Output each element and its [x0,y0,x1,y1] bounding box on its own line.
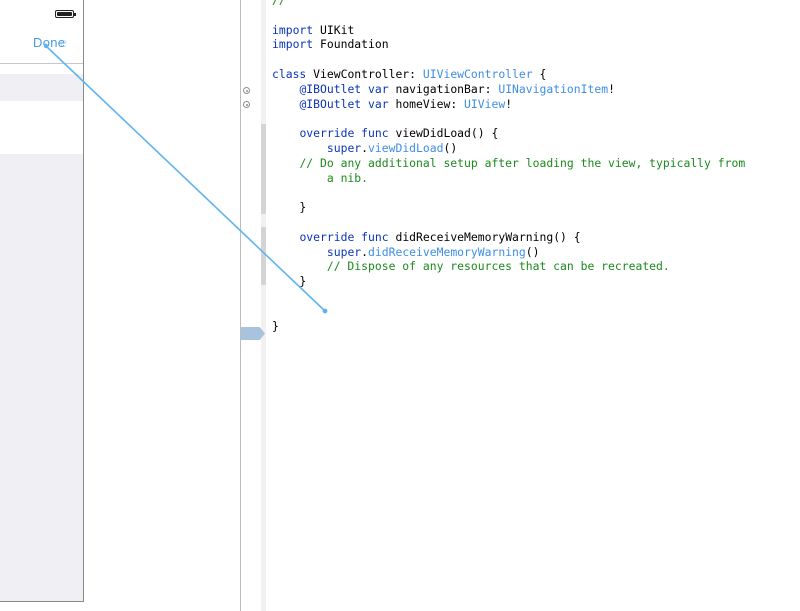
code-token: super [326,244,362,259]
code-token: super [326,140,362,155]
code-token: UIKit [313,22,355,37]
table-background [0,154,83,601]
fold-bar-memorywarning[interactable] [261,227,266,285]
code-line[interactable] [272,52,800,67]
code-line[interactable] [272,215,800,230]
code-token: // Dispose of any resources that can be … [272,259,670,274]
code-line[interactable] [272,111,800,126]
code-token: } [272,274,307,289]
battery-fill [57,12,72,16]
code-token: import [272,22,314,37]
code-line[interactable]: a nib. [272,171,800,186]
code-token: { [532,66,547,81]
code-token: () [443,140,458,155]
code-token: didReceiveMemoryWarning [368,244,526,259]
outlet-connection-icon[interactable] [243,87,250,94]
table-section-header [0,74,83,101]
code-line[interactable]: } [272,319,800,334]
code-line[interactable]: // [272,0,800,8]
code-token: @IBOutlet [299,81,362,96]
code-token: UIViewController [422,66,533,81]
code-token: ! [505,96,513,111]
fold-bar-viewdidload[interactable] [261,124,266,214]
code-token: // [272,0,286,7]
code-token: homeView: [388,96,465,111]
code-line[interactable]: @IBOutlet var navigationBar: UINavigatio… [272,82,800,97]
code-token: func [361,229,389,244]
code-token: ! [608,81,615,96]
code-token: @IBOutlet [299,96,362,111]
code-token: ViewController: [306,66,423,81]
code-token: } [272,318,279,333]
code-folding-ribbon[interactable] [261,0,266,611]
code-token: viewDidLoad [368,140,444,155]
code-line[interactable]: override func viewDidLoad() { [272,126,800,141]
code-token: import [272,37,314,52]
code-token: a nib. [272,170,369,185]
code-token: var [368,96,389,111]
code-token: UIView [464,96,506,111]
done-bar-button[interactable]: Done [33,35,65,50]
code-line[interactable] [272,289,800,304]
code-token: . [361,244,369,259]
code-token: func [361,126,389,141]
battery-icon [55,10,76,18]
code-line[interactable] [272,185,800,200]
code-token: didReceiveMemoryWarning() { [388,229,581,244]
code-token: Foundation [313,37,389,52]
code-line[interactable]: } [272,200,800,215]
outlet-connection-icon[interactable] [243,101,250,108]
code-line[interactable] [272,304,800,319]
battery-nub [74,13,76,16]
code-token: () [525,244,540,259]
code-token: override [299,229,355,244]
code-line[interactable]: override func didReceiveMemoryWarning() … [272,230,800,245]
code-line[interactable]: // Do any additional setup after loading… [272,156,800,171]
view-controller-scene[interactable]: Done Done [0,0,84,602]
code-token: class [272,66,307,81]
code-line[interactable]: import UIKit [272,23,800,38]
code-token: viewDidLoad() { [388,126,499,141]
code-line[interactable]: super.didReceiveMemoryWarning() [272,245,800,260]
code-editor[interactable]: // import UIKit import Foundation class V… [272,0,800,333]
code-token: var [368,81,389,96]
code-token: // Do any additional setup after loading… [299,155,746,170]
navigation-bar[interactable]: Done Done [0,22,83,64]
code-token: . [361,140,369,155]
code-line[interactable]: class ViewController: UIViewController { [272,67,800,82]
code-token: UINavigationItem [498,81,609,96]
code-token: override [299,126,355,141]
code-token: navigationBar: [388,81,499,96]
table-row[interactable] [0,101,83,154]
code-line[interactable]: import Foundation [272,37,800,52]
code-line[interactable]: @IBOutlet var homeView: UIView! [272,97,800,112]
code-line[interactable]: super.viewDidLoad() [272,141,800,156]
code-line[interactable] [272,8,800,23]
code-line[interactable]: // Dispose of any resources that can be … [272,259,800,274]
code-line[interactable]: } [272,274,800,289]
code-token: } [272,200,307,215]
